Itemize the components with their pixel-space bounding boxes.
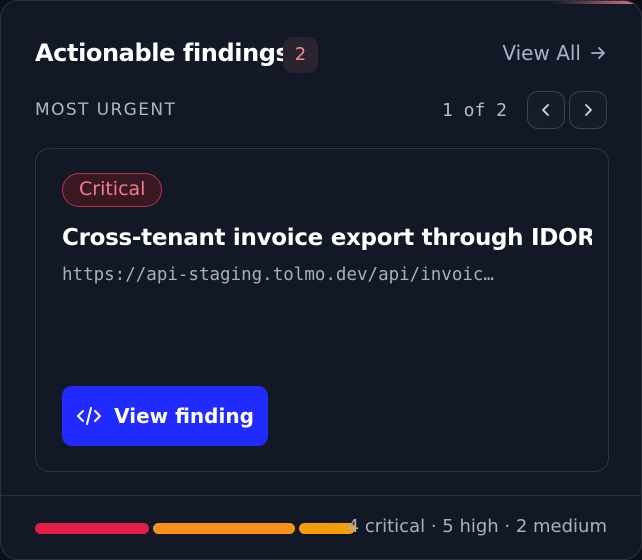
chevron-right-icon [585,104,592,116]
findings-count-badge: 2 [283,37,318,73]
findings-subheader: MOST URGENT 1 of 2 [35,91,607,131]
footer-divider [1,495,641,496]
finding-url: https://api-staging.tolmo.dev/api/invoic… [62,265,494,285]
next-finding-button[interactable] [569,91,607,129]
panel-title: Actionable findings [35,39,290,67]
section-label: MOST URGENT [35,100,177,120]
pager-position: 1 of 2 [441,99,507,121]
severity-summary-text: 4 critical · 5 high · 2 medium [347,516,607,537]
finding-card: Critical Cross-tenant invoice export thr… [35,148,609,472]
view-all-link[interactable]: View All [502,41,607,65]
arrow-right-icon [591,47,605,59]
view-finding-label: View finding [114,404,254,428]
top-accent-line [551,1,641,4]
view-all-label: View All [502,41,581,65]
actionable-findings-panel: Actionable findings 2 View All MOST URGE… [0,0,642,560]
high-severity-bar [153,523,295,534]
medium-severity-bar [299,523,355,534]
severity-badge: Critical [62,173,163,207]
panel-header: Actionable findings 2 View All [35,37,607,77]
critical-severity-bar [35,523,149,534]
previous-finding-button[interactable] [527,91,565,129]
pager: 1 of 2 [442,91,607,129]
chevron-left-icon [542,104,549,116]
severity-summary: 4 critical · 5 high · 2 medium [35,516,607,542]
view-finding-button[interactable]: View finding [62,386,268,446]
finding-title: Cross-tenant invoice export through IDOR [62,225,592,251]
code-icon [77,407,102,425]
